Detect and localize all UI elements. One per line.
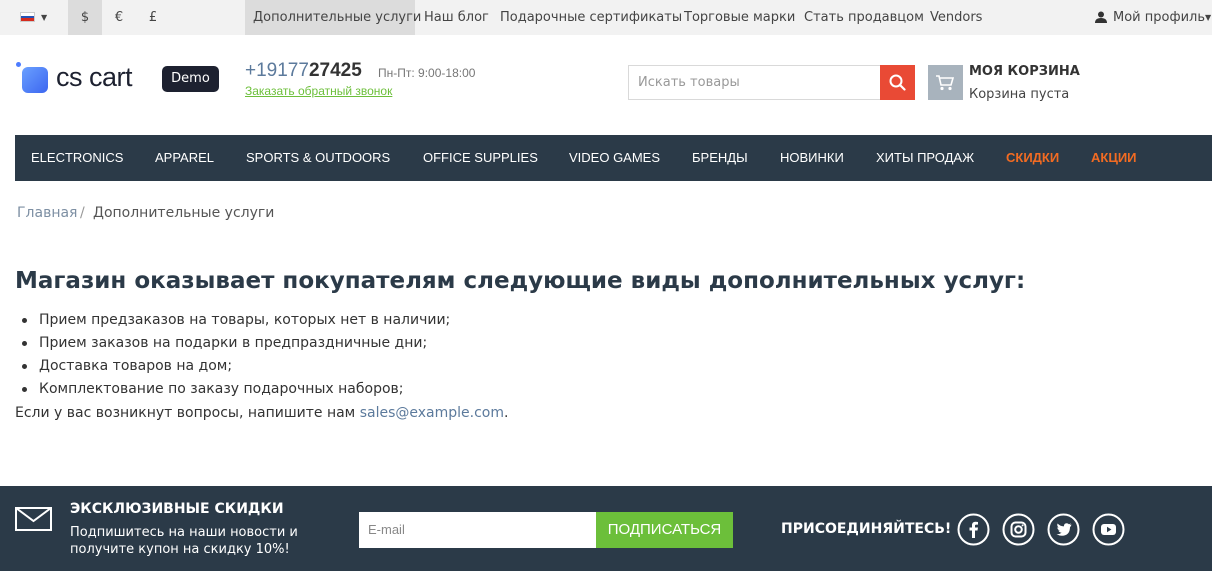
currency-eur[interactable]: €: [102, 0, 136, 35]
phone-prefix: +19177: [245, 60, 309, 81]
search-button[interactable]: [880, 65, 915, 100]
currency-usd[interactable]: $: [68, 0, 102, 35]
search-icon: [889, 74, 906, 91]
search-input[interactable]: Искать товары: [628, 65, 880, 100]
phone-number: +1917727425: [245, 60, 362, 82]
nav-item-sports-outdoors[interactable]: SPORTS & OUTDOORS: [246, 135, 390, 181]
working-hours: Пн-Пт: 9:00-18:00: [378, 66, 476, 80]
breadcrumb-current: Дополнительные услуги: [93, 205, 275, 221]
cart-button[interactable]: [928, 65, 963, 100]
chevron-down-icon: ▼: [41, 13, 48, 22]
logo-icon[interactable]: [22, 67, 48, 93]
subscribe-button[interactable]: ПОДПИСАТЬСЯ: [596, 512, 733, 548]
list-item: Прием заказов на подарки в предпраздничн…: [20, 332, 450, 355]
flag-ru-icon: [20, 12, 35, 22]
nav-item-video-games[interactable]: VIDEO GAMES: [569, 135, 660, 181]
list-item: Комплектование по заказу подарочных набо…: [20, 378, 450, 401]
nav-item-brands[interactable]: БРЕНДЫ: [692, 135, 748, 181]
breadcrumb-home[interactable]: Главная: [17, 205, 77, 221]
language-selector[interactable]: ▼: [0, 0, 68, 35]
mail-icon: [15, 507, 52, 531]
nav-item-new[interactable]: НОВИНКИ: [780, 135, 844, 181]
profile-label: Мой профиль: [1113, 10, 1205, 25]
phone-main: 27425: [308, 60, 362, 81]
toplink-become-vendor[interactable]: Стать продавцом: [804, 0, 924, 35]
contact-end: .: [503, 405, 509, 421]
toplink-additional-services[interactable]: Дополнительные услуги: [253, 0, 421, 35]
list-item: Прием предзаказов на товары, которых нет…: [20, 309, 450, 332]
nav-item-bestsellers[interactable]: ХИТЫ ПРОДАЖ: [876, 135, 974, 181]
toplink-brands[interactable]: Торговые марки: [684, 0, 795, 35]
newsletter-title: ЭКСКЛЮЗИВНЫЕ СКИДКИ: [70, 501, 284, 517]
logo-dot: [16, 62, 21, 67]
nav-item-electronics[interactable]: ELECTRONICS: [31, 135, 123, 181]
breadcrumb-separator: /: [80, 205, 85, 221]
logo-text[interactable]: cs cart: [56, 62, 133, 93]
contact-line: Если у вас возникнут вопросы, напишите н…: [15, 405, 508, 421]
toplink-gift-certificates[interactable]: Подарочные сертификаты: [500, 0, 682, 35]
user-icon: [1095, 11, 1107, 23]
currency-gbp[interactable]: £: [136, 0, 170, 35]
cart-icon: [936, 75, 955, 91]
twitter-icon[interactable]: [1047, 513, 1080, 546]
toplink-blog[interactable]: Наш блог: [424, 0, 489, 35]
youtube-icon[interactable]: [1092, 513, 1125, 546]
chevron-down-icon: ▼: [1205, 13, 1212, 22]
toplink-vendors[interactable]: Vendors: [930, 0, 982, 35]
callback-link[interactable]: Заказать обратный звонок: [245, 84, 392, 98]
facebook-icon[interactable]: [957, 513, 990, 546]
contact-email-link[interactable]: sales@example.com: [360, 405, 504, 421]
profile-menu[interactable]: Мой профиль ▼: [1095, 0, 1212, 35]
nav-item-discounts[interactable]: СКИДКИ: [1006, 135, 1059, 181]
contact-text: Если у вас возникнут вопросы, напишите н…: [15, 405, 360, 421]
nav-item-office-supplies[interactable]: OFFICE SUPPLIES: [423, 135, 538, 181]
nav-item-apparel[interactable]: APPAREL: [155, 135, 214, 181]
cart-status: Корзина пуста: [969, 87, 1070, 102]
email-field[interactable]: E-mail: [359, 512, 596, 548]
list-item: Доставка товаров на дом;: [20, 355, 450, 378]
services-list: Прием предзаказов на товары, которых нет…: [20, 309, 450, 401]
demo-badge: Demo: [162, 66, 219, 92]
instagram-icon[interactable]: [1002, 513, 1035, 546]
page-heading: Магазин оказывает покупателям следующие …: [15, 268, 1026, 294]
newsletter-text: Подпишитесь на наши новости и получите к…: [70, 525, 298, 557]
nav-item-promotions[interactable]: АКЦИИ: [1091, 135, 1137, 181]
main-nav: ELECTRONICS APPAREL SPORTS & OUTDOORS OF…: [15, 135, 1212, 181]
join-label: ПРИСОЕДИНЯЙТЕСЬ!: [781, 521, 952, 537]
cart-title[interactable]: МОЯ КОРЗИНА: [969, 64, 1080, 79]
top-bar: ▼ $ € £ Дополнительные услуги Наш блог П…: [0, 0, 1212, 35]
